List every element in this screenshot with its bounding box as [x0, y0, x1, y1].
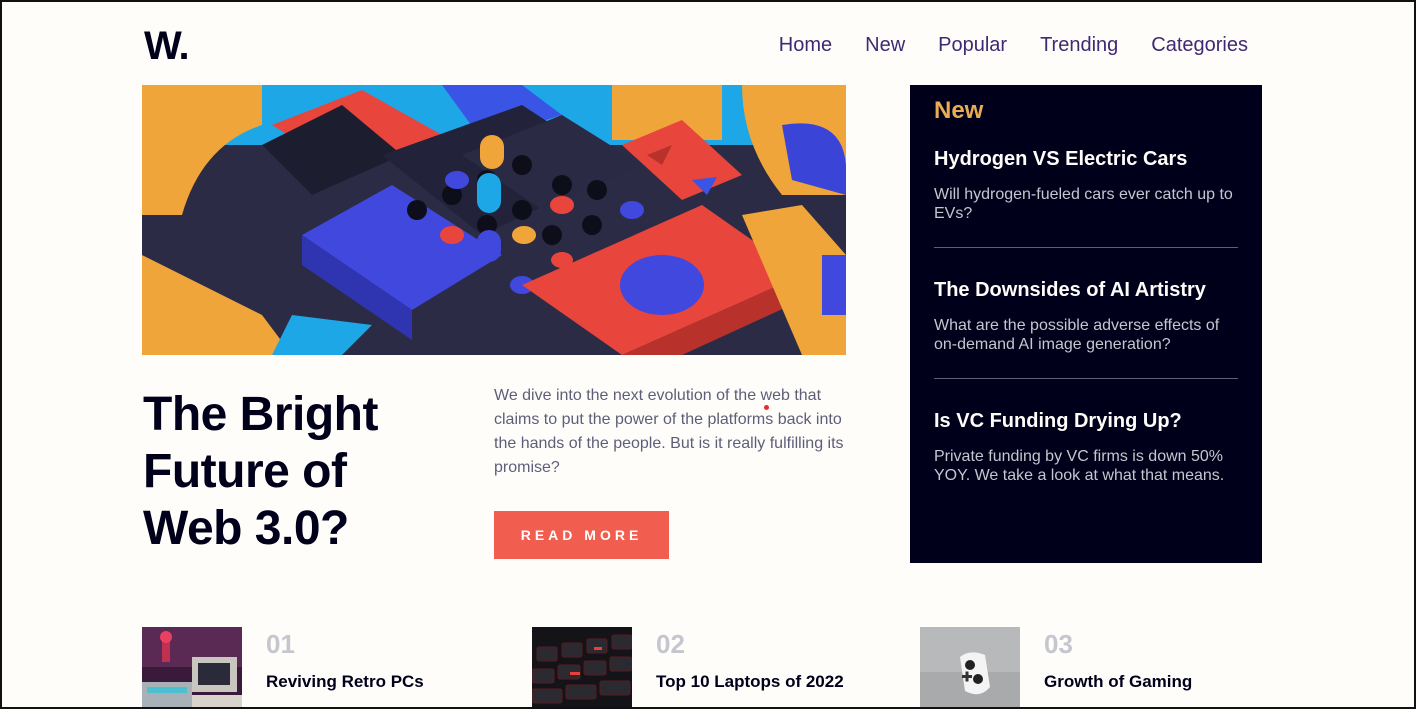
abstract-blocks-image: [142, 85, 846, 355]
cursor-dot: [764, 405, 769, 410]
read-more-button[interactable]: READ MORE: [494, 511, 669, 559]
keyboard-image[interactable]: [532, 627, 632, 707]
hero-description: We dive into the next evolution of the w…: [494, 387, 844, 476]
article-number: 03: [1044, 629, 1073, 659]
article-title[interactable]: Growth of Gaming: [1044, 672, 1192, 692]
sidebar-item: The Downsides of AI Artistry What are th…: [934, 279, 1238, 379]
nav-home[interactable]: Home: [779, 34, 832, 57]
page: W. Home New Popular Trending Categories: [2, 2, 1414, 707]
sidebar-item: Is VC Funding Drying Up? Private funding…: [934, 410, 1238, 509]
sidebar-item-text: What are the possible adverse effects of…: [934, 317, 1220, 353]
new-sidebar: New Hydrogen VS Electric Cars Will hydro…: [910, 85, 1262, 563]
sidebar-item-title[interactable]: The Downsides of AI Artistry: [934, 279, 1238, 302]
article-title[interactable]: Top 10 Laptops of 2022: [656, 672, 844, 692]
sidebar-item-title[interactable]: Hydrogen VS Electric Cars: [934, 148, 1238, 171]
site-logo[interactable]: W.: [144, 24, 190, 69]
game-controller-image[interactable]: [920, 627, 1020, 707]
main-nav: Home New Popular Trending Categories: [779, 34, 1248, 57]
sidebar-item: Hydrogen VS Electric Cars Will hydrogen-…: [934, 148, 1238, 248]
article-number: 02: [656, 629, 685, 659]
sidebar-item-text: Private funding by VC firms is down 50% …: [934, 448, 1225, 484]
retro-pc-image[interactable]: [142, 627, 242, 707]
sidebar-item-text: Will hydrogen-fueled cars ever catch up …: [934, 186, 1233, 222]
article-number: 01: [266, 629, 295, 659]
nav-categories[interactable]: Categories: [1151, 34, 1248, 57]
nav-popular[interactable]: Popular: [938, 34, 1007, 57]
nav-trending[interactable]: Trending: [1040, 34, 1118, 57]
hero-title: The Bright Future of Web 3.0?: [143, 388, 378, 555]
nav-new[interactable]: New: [865, 34, 905, 57]
sidebar-item-title[interactable]: Is VC Funding Drying Up?: [934, 410, 1238, 433]
sidebar-title: New: [934, 97, 984, 124]
article-title[interactable]: Reviving Retro PCs: [266, 672, 424, 692]
